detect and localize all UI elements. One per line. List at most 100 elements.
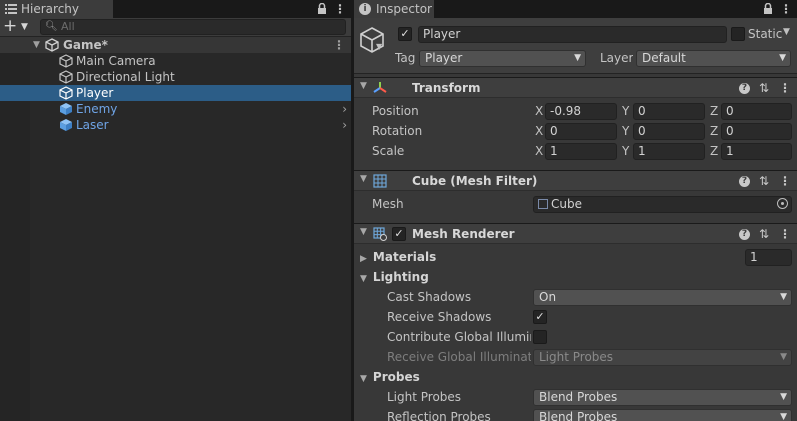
lighting-foldout[interactable]: ▼ Lighting xyxy=(360,269,429,288)
rotation-y-label[interactable]: Y xyxy=(622,123,629,140)
foldout-open-icon[interactable]: ▼ xyxy=(360,174,367,184)
contribute-gi-checkbox[interactable] xyxy=(533,330,547,344)
cast-shadows-dropdown[interactable]: On ▼ xyxy=(533,289,792,306)
hierarchy-item-directional-light[interactable]: Directional Light xyxy=(0,69,351,85)
position-label: Position xyxy=(372,104,419,118)
rotation-label: Rotation xyxy=(372,124,423,138)
mesh-filter-title: Cube (Mesh Filter) xyxy=(412,174,538,188)
rotation-x-field[interactable]: 0 xyxy=(545,123,617,140)
position-y-label[interactable]: Y xyxy=(622,103,629,120)
mesh-renderer-enabled-checkbox[interactable]: ✓ xyxy=(392,227,406,241)
help-icon[interactable]: ? xyxy=(739,229,750,240)
icon-dropdown-arrow-icon[interactable]: ▼ xyxy=(376,42,382,51)
lock-icon[interactable] xyxy=(760,0,776,18)
position-z-label[interactable]: Z xyxy=(710,103,718,120)
help-icon[interactable]: ? xyxy=(739,176,750,187)
dropdown-arrow-icon: ▼ xyxy=(780,412,787,421)
materials-label: Materials xyxy=(372,250,437,264)
component-menu-icon[interactable]: ⋮ xyxy=(778,80,792,96)
reflection-probes-label: Reflection Probes xyxy=(387,410,491,421)
foldout-open-icon[interactable]: ▼ xyxy=(360,227,367,237)
foldout-open-icon[interactable]: ▼ xyxy=(360,81,367,91)
inspector-tabbar: i Inspector ⋮ xyxy=(354,0,797,18)
rotation-y-field[interactable]: 0 xyxy=(633,123,705,140)
receive-shadows-checkbox[interactable]: ✓ xyxy=(533,310,547,324)
transform-header[interactable]: ▼ Transform ? ⇅ ⋮ xyxy=(354,77,797,98)
position-y-field[interactable]: 0 xyxy=(633,103,705,120)
rotation-z-field[interactable]: 0 xyxy=(721,123,792,140)
dropdown-arrow-icon: ▼ xyxy=(780,292,787,302)
dropdown-arrow-icon: ▼ xyxy=(780,392,787,402)
presets-icon[interactable]: ⇅ xyxy=(757,226,771,242)
presets-icon[interactable]: ⇅ xyxy=(757,80,771,96)
scene-menu-icon[interactable]: ⋮ xyxy=(333,37,345,53)
object-name-input[interactable]: Player xyxy=(418,26,727,43)
light-probes-label: Light Probes xyxy=(387,390,462,404)
scale-z-field[interactable]: 1 xyxy=(721,143,792,160)
component-menu-icon[interactable]: ⋮ xyxy=(778,173,792,189)
active-checkbox[interactable]: ✓ xyxy=(398,27,412,41)
transform-title: Transform xyxy=(412,81,481,95)
hierarchy-item-label: Laser xyxy=(76,118,109,132)
hierarchy-item-label: Directional Light xyxy=(76,70,175,84)
mesh-object-field[interactable]: Cube xyxy=(533,196,792,213)
kebab-menu-icon[interactable]: ⋮ xyxy=(332,0,348,18)
component-menu-icon[interactable]: ⋮ xyxy=(778,226,792,242)
position-x-field[interactable]: -0.98 xyxy=(545,103,617,120)
gameobject-icon xyxy=(59,54,73,68)
rotation-z-label[interactable]: Z xyxy=(710,123,718,140)
scale-label: Scale xyxy=(372,144,405,158)
receive-gi-value: Light Probes xyxy=(539,350,614,364)
mesh-label: Mesh xyxy=(372,197,404,211)
probes-foldout[interactable]: ▼ Probes xyxy=(360,369,420,388)
static-dropdown-icon[interactable]: ▼ xyxy=(783,27,790,37)
light-probes-dropdown[interactable]: Blend Probes ▼ xyxy=(533,389,792,406)
hierarchy-item-laser[interactable]: Laser › xyxy=(0,117,351,133)
position-x-label[interactable]: X xyxy=(535,103,543,120)
layer-value: Default xyxy=(642,51,686,65)
inspector-tab[interactable]: i Inspector xyxy=(354,0,434,18)
scale-y-label[interactable]: Y xyxy=(622,143,629,160)
scale-x-field[interactable]: 1 xyxy=(545,143,617,160)
object-picker-icon[interactable] xyxy=(777,198,788,209)
hierarchy-search-input[interactable]: 🔍︎ All xyxy=(40,19,346,35)
search-icon: 🔍︎ xyxy=(45,21,58,32)
search-placeholder: All xyxy=(61,20,75,33)
scale-y-field[interactable]: 1 xyxy=(633,143,705,160)
static-checkbox[interactable] xyxy=(731,27,745,41)
mesh-value: Cube xyxy=(551,197,582,211)
hierarchy-item-enemy[interactable]: Enemy › xyxy=(0,101,351,117)
help-icon[interactable]: ? xyxy=(739,83,750,94)
foldout-closed-icon: ▶ xyxy=(360,254,367,264)
position-z-field[interactable]: 0 xyxy=(721,103,792,120)
mesh-renderer-header[interactable]: ▼ ✓ Mesh Renderer ? ⇅ ⋮ xyxy=(354,223,797,244)
kebab-menu-icon[interactable]: ⋮ xyxy=(778,0,794,18)
scale-x-label[interactable]: X xyxy=(535,143,543,160)
scale-z-label[interactable]: Z xyxy=(710,143,718,160)
reflection-probes-dropdown[interactable]: Blend Probes ▼ xyxy=(533,409,792,421)
chevron-right-icon[interactable]: › xyxy=(342,101,347,117)
mesh-renderer-title: Mesh Renderer xyxy=(412,227,515,241)
layer-dropdown[interactable]: Default ▼ xyxy=(636,50,791,67)
info-icon: i xyxy=(359,3,371,15)
scene-row[interactable]: ▼ Game* ⋮ xyxy=(0,37,351,53)
mesh-renderer-icon xyxy=(373,227,387,241)
tag-dropdown[interactable]: Player ▼ xyxy=(419,50,586,67)
hierarchy-item-player[interactable]: Player xyxy=(0,85,351,101)
materials-size-field[interactable]: 1 xyxy=(745,249,792,266)
mesh-filter-header[interactable]: ▼ Cube (Mesh Filter) ? ⇅ ⋮ xyxy=(354,170,797,191)
lock-icon[interactable] xyxy=(314,0,330,18)
dropdown-arrow-icon: ▼ xyxy=(779,53,786,63)
chevron-right-icon[interactable]: › xyxy=(342,117,347,133)
hierarchy-item-main-camera[interactable]: Main Camera xyxy=(0,53,351,69)
materials-foldout[interactable]: ▶ Materials xyxy=(360,249,436,268)
dropdown-arrow-icon: ▼ xyxy=(574,53,581,63)
rotation-x-label[interactable]: X xyxy=(535,123,543,140)
hierarchy-item-label: Enemy xyxy=(76,102,118,116)
presets-icon[interactable]: ⇅ xyxy=(757,173,771,189)
plus-icon: + xyxy=(3,16,18,36)
static-label: Static xyxy=(748,27,783,41)
unity-scene-icon xyxy=(45,38,59,52)
create-button[interactable]: + ▼ xyxy=(3,18,33,36)
foldout-open-icon[interactable]: ▼ xyxy=(33,37,40,53)
